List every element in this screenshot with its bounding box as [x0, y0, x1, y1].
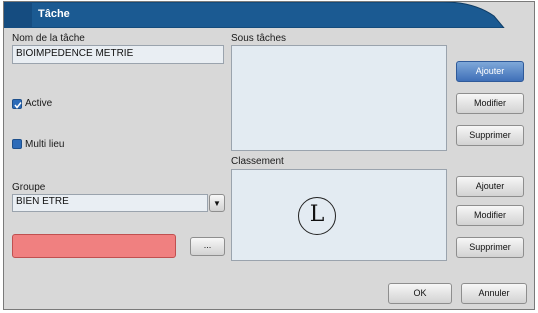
cancel-button[interactable]: Annuler: [461, 283, 527, 304]
ranking-add-button[interactable]: Ajouter: [456, 176, 524, 197]
group-label: Groupe: [12, 182, 46, 193]
subtask-modify-button[interactable]: Modifier: [456, 93, 524, 114]
ranking-label: Classement: [231, 156, 284, 167]
ok-button[interactable]: OK: [388, 283, 452, 304]
active-label: Active: [25, 98, 53, 109]
ranking-modify-button[interactable]: Modifier: [456, 205, 524, 226]
chevron-down-icon: ▼: [213, 199, 221, 208]
task-name-label: Nom de la tâche: [12, 33, 85, 44]
ranking-delete-button[interactable]: Supprimer: [456, 237, 524, 258]
group-select[interactable]: BIEN ETRE: [12, 194, 208, 212]
task-name-input[interactable]: BIOIMPEDENCE METRIE: [12, 45, 224, 64]
color-picker-button[interactable]: ...: [190, 237, 225, 256]
active-checkbox[interactable]: [12, 99, 22, 109]
checkmark-icon: [14, 102, 22, 109]
multi-lieu-checkbox[interactable]: [12, 139, 22, 149]
subtasks-list[interactable]: [231, 45, 447, 151]
ranking-list[interactable]: [231, 169, 447, 261]
task-dialog: Tâche Nom de la tâche BIOIMPEDENCE METRI…: [3, 1, 535, 310]
subtask-add-button[interactable]: Ajouter: [456, 61, 524, 82]
title-bar: Tâche: [4, 2, 536, 28]
title-bar-shape: [4, 2, 505, 28]
ranking-marker: L: [298, 197, 336, 235]
window-title: Tâche: [38, 8, 70, 20]
color-swatch: [12, 234, 176, 258]
subtask-delete-button[interactable]: Supprimer: [456, 125, 524, 146]
multi-lieu-label: Multi lieu: [25, 139, 65, 150]
group-dropdown-button[interactable]: ▼: [209, 194, 225, 212]
subtasks-label: Sous tâches: [231, 33, 287, 44]
